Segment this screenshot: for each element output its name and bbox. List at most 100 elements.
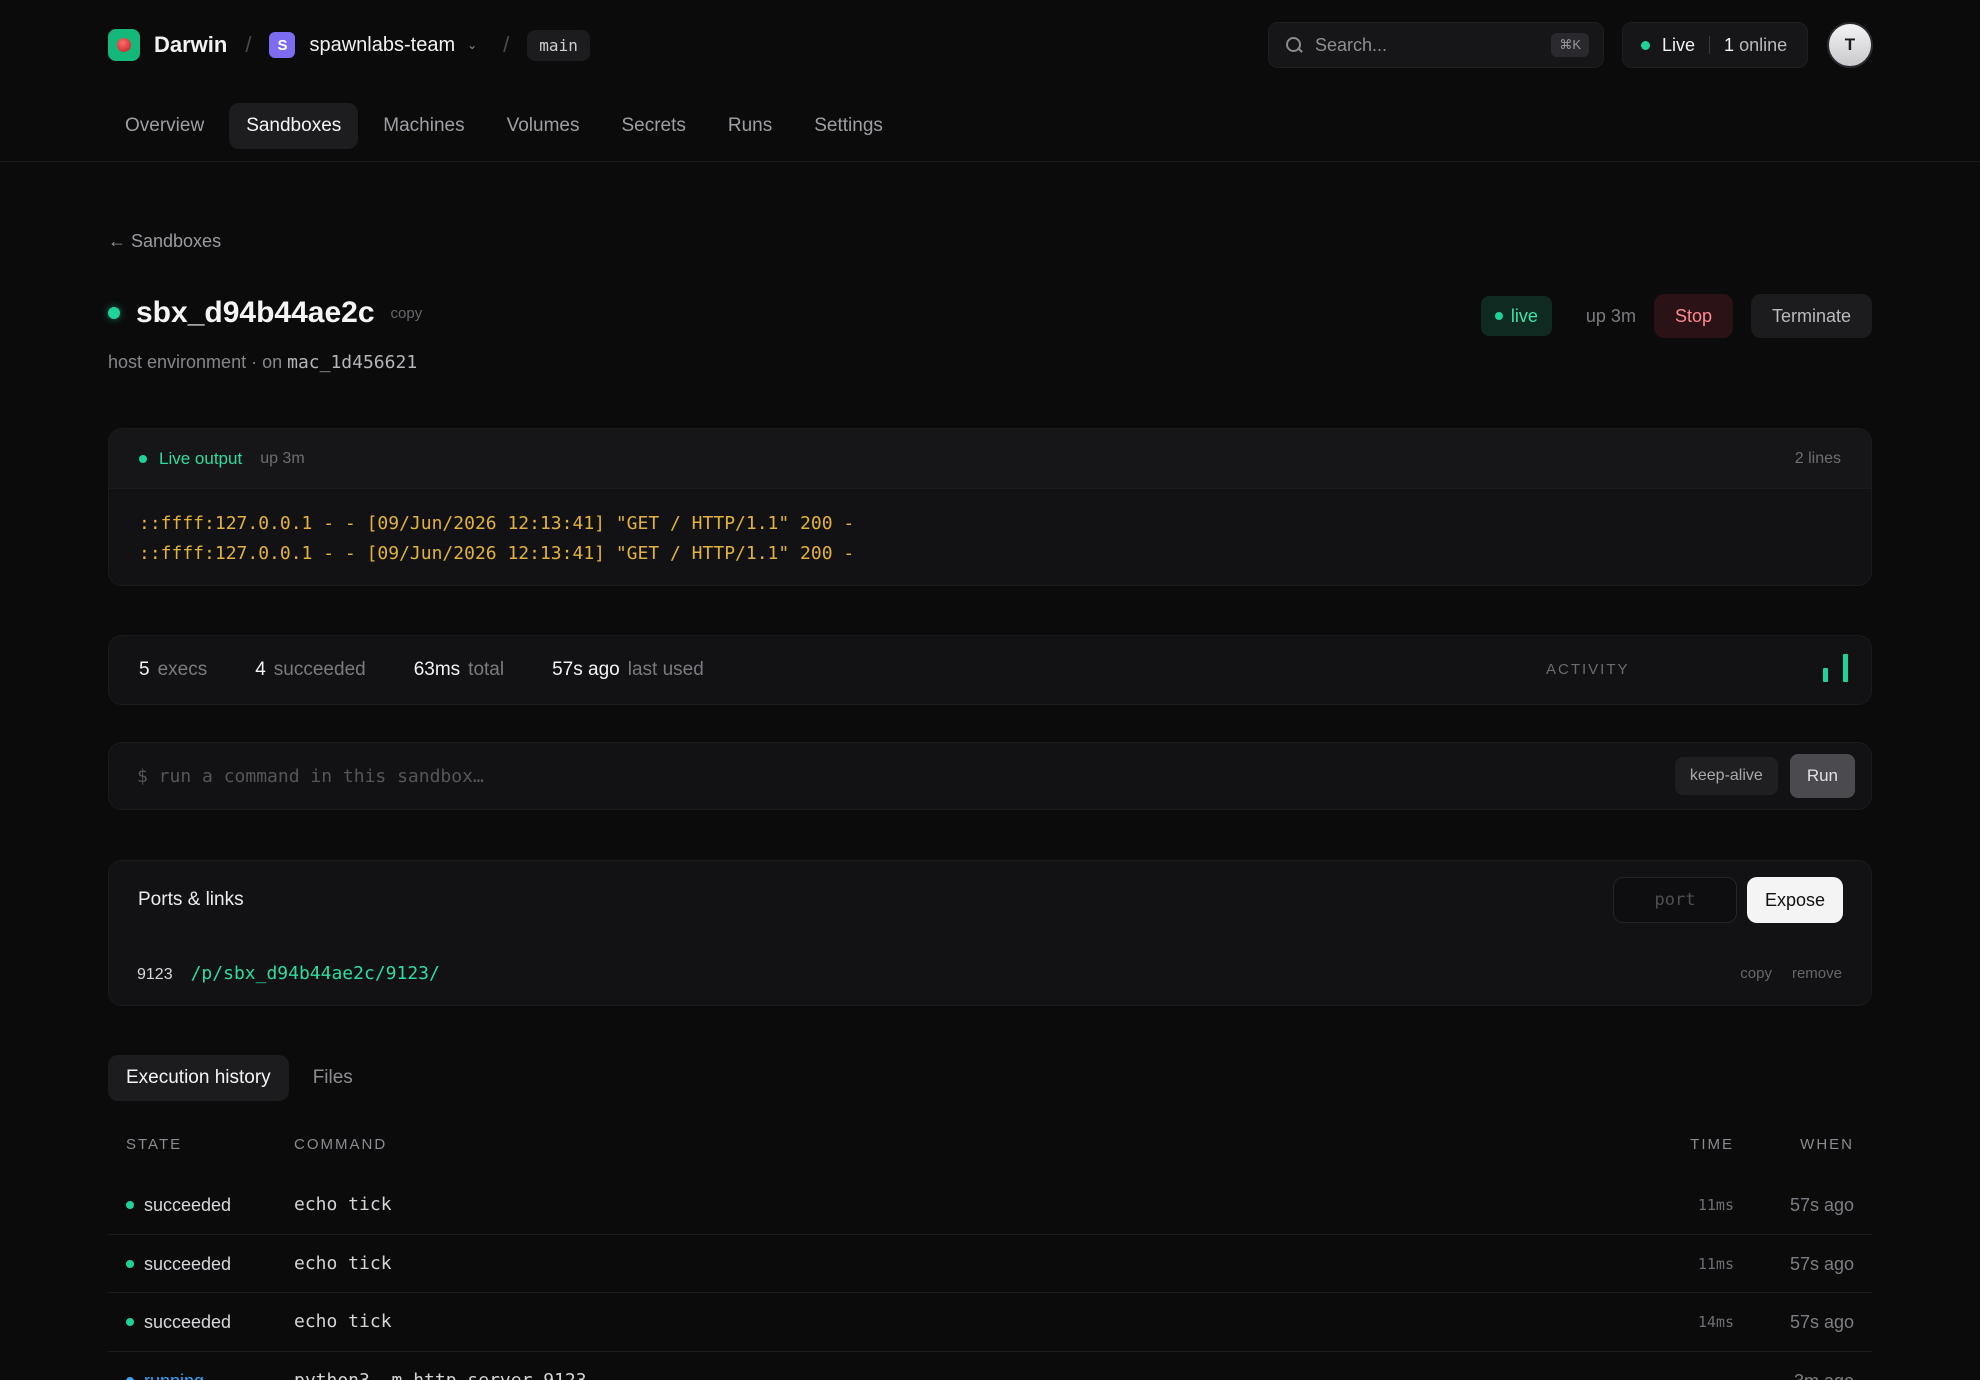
sandbox-subtitle: host environment · on mac_1d456621 (108, 352, 417, 373)
status-dot-icon (108, 307, 120, 319)
log-line: ::ffff:127.0.0.1 - - [09/Jun/2026 12:13:… (139, 543, 855, 564)
activity-bar (1843, 654, 1848, 682)
status-badge: live (1480, 296, 1552, 336)
darwin-logo-icon[interactable] (108, 29, 140, 61)
command-cell: echo tick (294, 1194, 392, 1215)
tab-machines[interactable]: Machines (366, 103, 481, 149)
breadcrumb-separator: / (503, 32, 510, 57)
activity-bar (1823, 668, 1828, 682)
team-avatar-icon[interactable]: S (269, 32, 296, 58)
command-cell: echo tick (294, 1252, 392, 1274)
column-header-time: TIME (1690, 1136, 1734, 1153)
tab-overview[interactable]: Overview (108, 103, 221, 149)
command-cell: python3 -m http.server 9123 (294, 1369, 587, 1380)
keep-alive-toggle[interactable]: keep-alive (1674, 757, 1778, 795)
breadcrumb: Darwin / S spawnlabs-team ⌄ / main (108, 28, 590, 62)
command-cell: echo tick (294, 1311, 392, 1332)
state-cell: running (126, 1352, 204, 1380)
column-header-state: STATE (126, 1136, 183, 1153)
live-label: Live (1662, 34, 1696, 55)
port-link[interactable]: /p/sbx_d94b44ae2c/9123/ (191, 963, 440, 984)
state-cell: succeeded (126, 1176, 231, 1234)
stat-execs: 5 execs (139, 659, 208, 680)
live-dot-icon (139, 454, 147, 463)
command-input[interactable] (137, 765, 1675, 787)
when-cell: 57s ago (1789, 1312, 1854, 1332)
live-output-title: Live output (159, 448, 243, 468)
chevron-down-icon[interactable]: ⌄ (467, 38, 477, 52)
stat-succeeded: 4 succeeded (255, 659, 366, 680)
tab-secrets[interactable]: Secrets (604, 103, 702, 149)
state-cell: succeeded (126, 1235, 231, 1293)
tab-runs[interactable]: Runs (711, 103, 789, 149)
ports-title: Ports & links (138, 889, 244, 910)
table-row[interactable]: succeeded echo tick 11ms 57s ago (108, 1235, 1872, 1293)
breadcrumb-separator: / (245, 32, 252, 57)
status-dot-icon (126, 1376, 134, 1380)
search-box[interactable]: ⌘K (1268, 22, 1604, 68)
tab-execution-history[interactable]: Execution history (108, 1055, 289, 1101)
when-cell: 57s ago (1789, 1195, 1854, 1215)
table-row[interactable]: succeeded echo tick 11ms 57s ago (108, 1176, 1872, 1235)
live-dot-icon (1641, 40, 1650, 50)
time-cell: 11ms (1697, 1254, 1734, 1273)
sandbox-actions: live up 3m Stop Terminate (1480, 294, 1872, 338)
uptime: up 3m (1585, 305, 1636, 326)
state-cell: succeeded (126, 1293, 231, 1351)
brand-name[interactable]: Darwin (154, 32, 227, 58)
back-to-sandboxes-link[interactable]: ← Sandboxes (108, 231, 221, 252)
stop-button[interactable]: Stop (1653, 294, 1733, 338)
tab-files[interactable]: Files (295, 1055, 371, 1101)
search-icon (1285, 36, 1303, 54)
machine-id[interactable]: mac_1d456621 (287, 352, 417, 373)
shortcut-hint: ⌘K (1551, 33, 1589, 57)
when-cell: 3m ago (1794, 1352, 1854, 1380)
tab-sandboxes[interactable]: Sandboxes (229, 103, 359, 149)
history-rows: succeeded echo tick 11ms 57s ago succeed… (108, 1176, 1872, 1380)
search-input[interactable] (1315, 34, 1552, 56)
live-output-panel: Live output up 3m 2 lines ::ffff:127.0.0… (108, 428, 1872, 586)
stat-total: 63ms total (413, 659, 505, 680)
copy-link-button[interactable]: copy (1740, 965, 1772, 982)
tab-volumes[interactable]: Volumes (490, 103, 597, 149)
sandbox-title-row: sbx_d94b44ae2c copy (108, 296, 422, 330)
log-line: ::ffff:127.0.0.1 - - [09/Jun/2026 12:13:… (139, 513, 855, 534)
column-header-command: COMMAND (294, 1136, 388, 1153)
status-dot-icon (126, 1318, 134, 1326)
when-cell: 57s ago (1789, 1253, 1854, 1274)
activity-label: ACTIVITY (1546, 661, 1630, 678)
status-dot-icon (126, 1259, 134, 1268)
time-cell: – (1725, 1352, 1734, 1380)
time-cell: 14ms (1697, 1313, 1734, 1331)
live-output-uptime: up 3m (260, 449, 305, 467)
stat-last-used: 57s ago last used (552, 659, 704, 680)
live-output-header: Live output up 3m 2 lines (109, 429, 1871, 489)
status-label: live (1510, 305, 1538, 326)
run-button[interactable]: Run (1789, 754, 1855, 798)
port-input[interactable] (1613, 877, 1737, 923)
remove-port-button[interactable]: remove (1792, 965, 1842, 982)
top-bar: Darwin / S spawnlabs-team ⌄ / main ⌘K Li… (0, 0, 1980, 162)
port-number: 9123 (137, 966, 173, 983)
table-row[interactable]: succeeded echo tick 14ms 57s ago (108, 1293, 1872, 1352)
tab-settings[interactable]: Settings (797, 103, 900, 149)
line-count: 2 lines (1794, 449, 1841, 467)
stats-bar: 5 execs 4 succeeded 63ms total 57s ago last … (108, 635, 1872, 705)
team-switcher[interactable]: spawnlabs-team (309, 34, 455, 57)
live-status-pill[interactable]: Live 1 online (1622, 22, 1808, 68)
branch-badge[interactable]: main (527, 29, 590, 61)
table-row[interactable]: running python3 -m http.server 9123 – 3m… (108, 1352, 1872, 1380)
main-nav: Overview Sandboxes Machines Volumes Secr… (108, 103, 908, 149)
environment-label: host environment · on (108, 352, 283, 372)
page-title: sbx_d94b44ae2c (136, 296, 375, 329)
activity-sparkline (1823, 654, 1848, 682)
divider (1709, 36, 1711, 54)
log-output[interactable]: ::ffff:127.0.0.1 - - [09/Jun/2026 12:13:… (109, 489, 1871, 585)
copy-id-button[interactable]: copy (391, 305, 423, 322)
online-count: 1 online (1724, 34, 1788, 55)
terminate-button[interactable]: Terminate (1750, 294, 1872, 338)
expose-button[interactable]: Expose (1747, 877, 1843, 923)
user-avatar[interactable]: T (1827, 22, 1873, 68)
column-header-when: WHEN (1800, 1136, 1854, 1153)
ports-panel: Ports & links Expose 9123 /p/sbx_d94b44a… (108, 860, 1872, 1006)
